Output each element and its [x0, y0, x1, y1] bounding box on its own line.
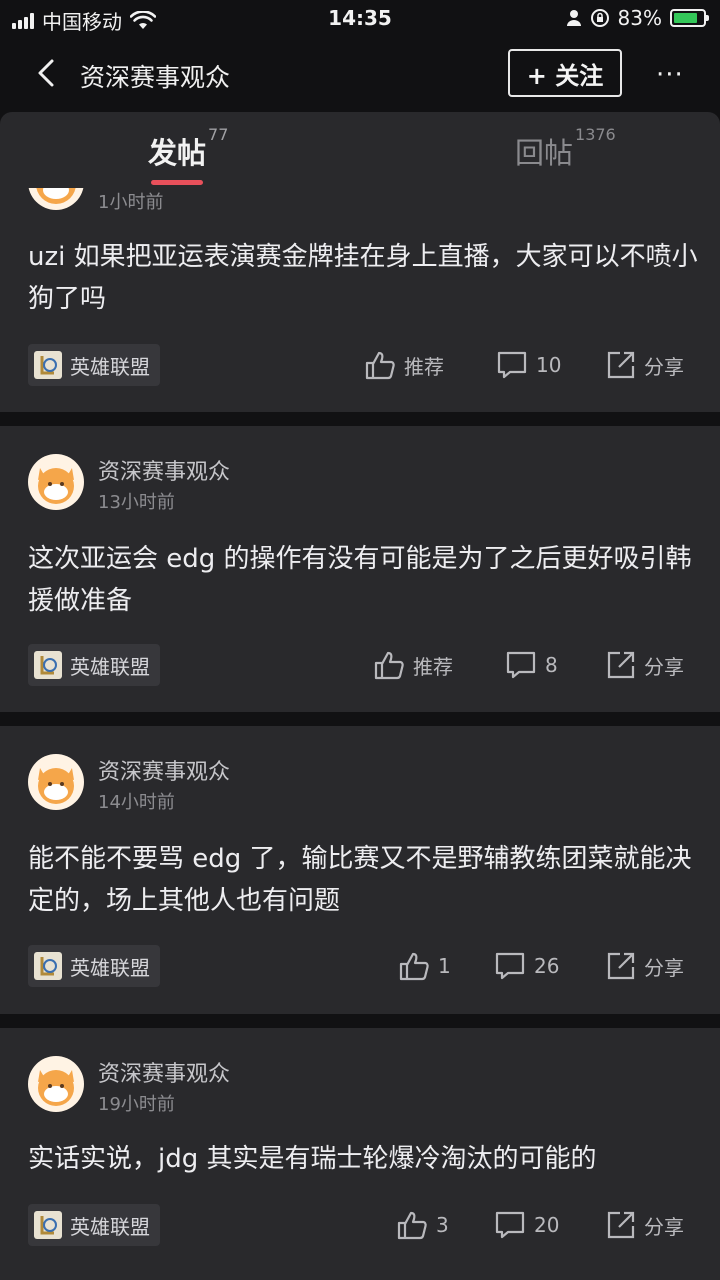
avatar[interactable] — [28, 1056, 84, 1112]
like-count: 1 — [438, 954, 451, 978]
comment-icon — [497, 351, 527, 379]
like-button[interactable]: 1 — [398, 951, 451, 981]
page-title: 资深赛事观众 — [80, 63, 231, 92]
tab-replies-label: 回帖 — [515, 136, 574, 170]
nav-bar: 资深赛事观众 + 关注 ··· — [0, 38, 720, 110]
post-username[interactable]: 资深赛事观众 — [98, 754, 230, 786]
thumbs-up-icon — [374, 651, 404, 680]
tab-posts[interactable]: 发帖77 — [148, 125, 228, 172]
tab-replies-count: 1376 — [575, 125, 616, 145]
thumbs-up-icon — [365, 351, 395, 380]
post-card[interactable]: 资深赛事观众 13小时前 这次亚运会 edg 的操作有没有可能是为了之后更好吸引… — [0, 426, 720, 712]
post-card[interactable]: 资深赛事观众 14小时前 能不能不要骂 edg 了，输比赛又不是野辅教练团菜就能… — [0, 726, 720, 1014]
comment-icon — [495, 952, 525, 980]
share-button[interactable]: 分享 — [606, 650, 684, 680]
battery-percent: 83% — [617, 6, 662, 30]
avatar[interactable] — [28, 754, 84, 810]
post-username[interactable]: 资深赛事观众 — [98, 1056, 230, 1088]
share-icon — [607, 1211, 635, 1239]
comment-button[interactable]: 20 — [494, 1210, 559, 1240]
battery-fill — [674, 13, 698, 23]
post-username[interactable]: 资深赛事观众 — [98, 454, 230, 486]
post-actions: 推荐 10 分享 — [0, 344, 720, 386]
tab-posts-count: 77 — [208, 125, 229, 145]
post-actions: 3 20 分享 — [0, 1204, 720, 1246]
back-icon[interactable] — [32, 58, 62, 88]
like-count: 3 — [436, 1213, 449, 1237]
post-content[interactable]: uzi 如果把亚运表演赛金牌挂在身上直播，大家可以不喷小狗了吗 — [28, 236, 698, 320]
share-icon — [607, 351, 635, 379]
comment-button[interactable]: 10 — [496, 350, 561, 380]
comment-button[interactable]: 26 — [494, 951, 559, 981]
tab-active-indicator — [151, 180, 203, 185]
comment-button[interactable]: 8 — [505, 650, 558, 680]
comment-count: 10 — [536, 353, 562, 377]
post-content[interactable]: 实话实说，jdg 其实是有瑞士轮爆冷淘汰的可能的 — [28, 1138, 698, 1180]
comment-icon — [495, 1211, 525, 1239]
like-label: 推荐 — [404, 354, 444, 379]
share-icon — [607, 952, 635, 980]
tab-posts-label: 发帖 — [148, 136, 207, 170]
post-card[interactable]: 1小时前 uzi 如果把亚运表演赛金牌挂在身上直播，大家可以不喷小狗了吗 英雄联… — [0, 154, 720, 412]
thumbs-up-icon — [397, 1211, 427, 1240]
post-actions: 1 26 分享 — [0, 945, 720, 987]
share-button[interactable]: 分享 — [606, 1210, 684, 1240]
post-card[interactable]: 资深赛事观众 19小时前 实话实说，jdg 其实是有瑞士轮爆冷淘汰的可能的 英雄… — [0, 1028, 720, 1280]
post-time: 19小时前 — [98, 1094, 175, 1115]
follow-button[interactable]: + 关注 — [508, 49, 622, 97]
like-label: 推荐 — [413, 654, 453, 679]
rotation-lock-icon — [590, 9, 609, 27]
post-content[interactable]: 能不能不要骂 edg 了，输比赛又不是野辅教练团菜就能决定的，场上其他人也有问题 — [28, 838, 698, 922]
share-label: 分享 — [644, 354, 684, 379]
battery-icon — [670, 9, 709, 27]
share-icon — [607, 651, 635, 679]
share-label: 分享 — [644, 1214, 684, 1239]
like-button[interactable]: 推荐 — [364, 350, 444, 380]
like-button[interactable]: 3 — [396, 1210, 449, 1240]
share-label: 分享 — [644, 955, 684, 980]
post-content[interactable]: 这次亚运会 edg 的操作有没有可能是为了之后更好吸引韩援做准备 — [28, 538, 698, 622]
thumbs-up-icon — [399, 952, 429, 981]
person-icon — [566, 10, 581, 26]
share-button[interactable]: 分享 — [606, 951, 684, 981]
post-actions: 推荐 8 分享 — [0, 644, 720, 686]
status-icons: 83% — [566, 6, 709, 30]
tab-replies[interactable]: 回帖1376 — [515, 125, 616, 172]
comment-count: 8 — [545, 653, 558, 677]
post-time: 1小时前 — [98, 192, 164, 213]
status-bar: 中国移动 14:35 83% — [0, 0, 720, 38]
tab-bar: 发帖77 回帖1376 — [0, 112, 720, 188]
comment-icon — [506, 651, 536, 679]
share-label: 分享 — [644, 654, 684, 679]
avatar[interactable] — [28, 454, 84, 510]
comment-count: 26 — [534, 954, 560, 978]
share-button[interactable]: 分享 — [606, 350, 684, 380]
like-button[interactable]: 推荐 — [373, 650, 453, 680]
post-time: 14小时前 — [98, 792, 175, 813]
more-icon[interactable]: ··· — [656, 60, 684, 90]
comment-count: 20 — [534, 1213, 560, 1237]
post-time: 13小时前 — [98, 492, 175, 513]
